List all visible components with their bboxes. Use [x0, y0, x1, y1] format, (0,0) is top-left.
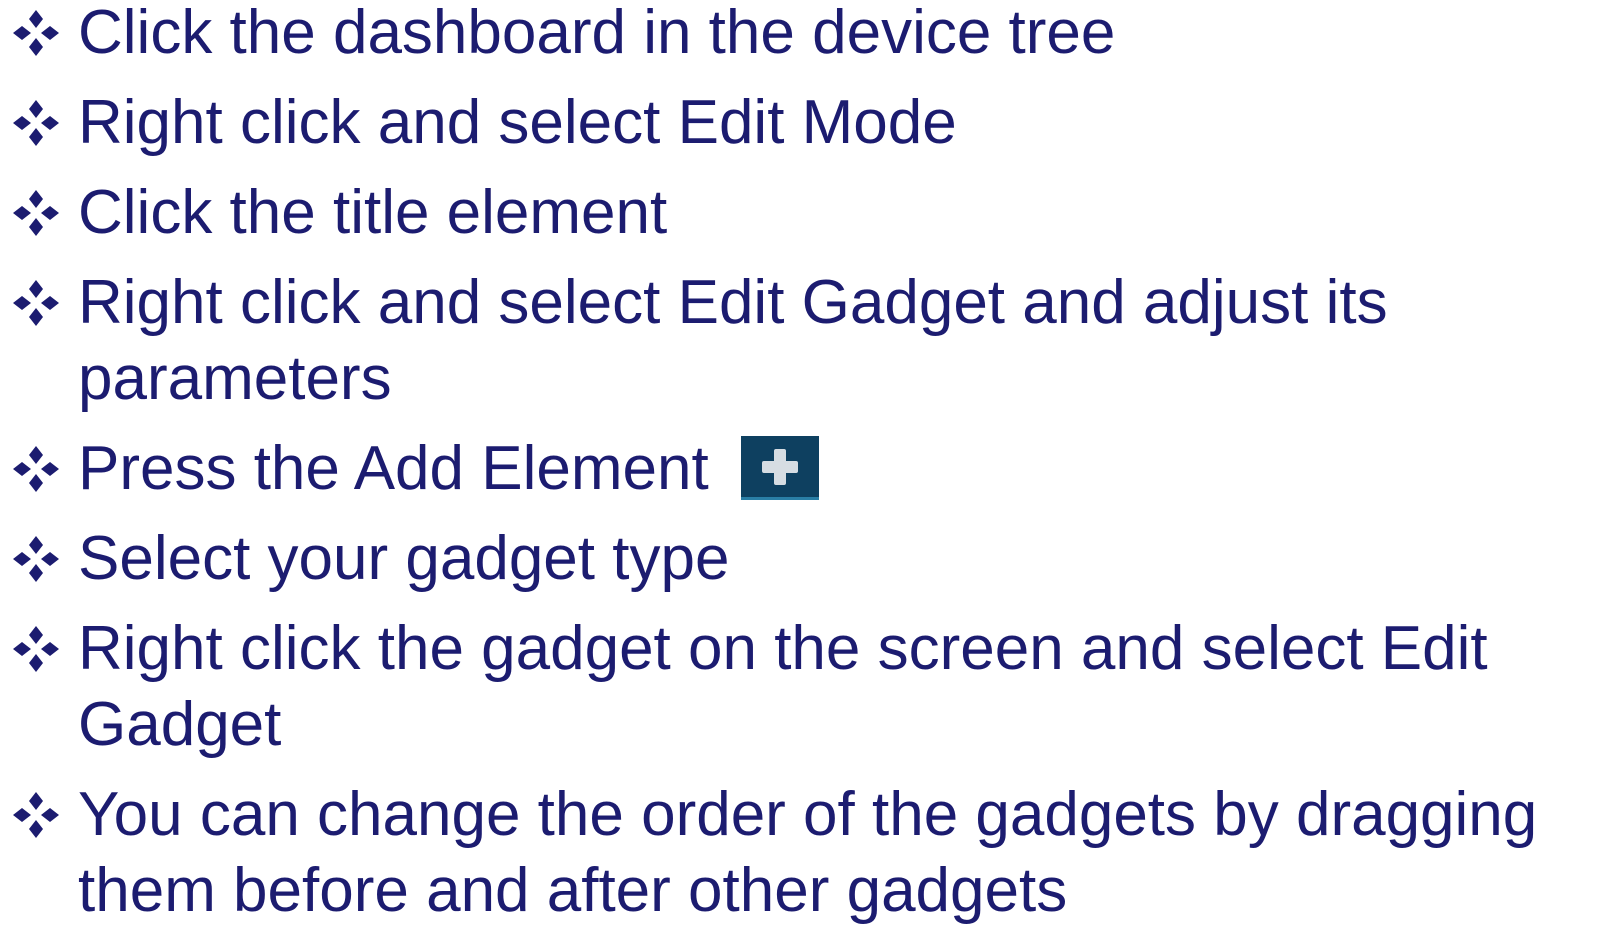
item-text: Right click and select Edit Gadget and a… [78, 268, 1388, 337]
four-diamond-bullet-icon [10, 443, 62, 495]
item-text-continued: Gadget [78, 690, 282, 759]
four-diamond-bullet-icon [10, 623, 62, 675]
item-text-continued: parameters [78, 344, 392, 413]
add-element-button[interactable] [741, 436, 819, 500]
four-diamond-bullet-icon [10, 789, 62, 841]
item-text: Press the Add Element [78, 434, 709, 503]
item-text: Click the dashboard in the device tree [78, 0, 1116, 67]
item-text: Right click and select Edit Mode [78, 88, 957, 157]
item-text: Select your gadget type [78, 524, 730, 593]
four-diamond-bullet-icon [10, 7, 62, 59]
four-diamond-bullet-icon [10, 533, 62, 585]
item-text: Click the title element [78, 178, 668, 247]
four-diamond-bullet-icon [10, 97, 62, 149]
item-text-continued: them before and after other gadgets [78, 856, 1068, 925]
four-diamond-bullet-icon [10, 277, 62, 329]
item-text: You can change the order of the gadgets … [78, 780, 1538, 849]
instruction-list: Click the dashboard in the device tree R… [0, 0, 1598, 940]
four-diamond-bullet-icon [10, 187, 62, 239]
plus-icon [762, 448, 798, 485]
item-text: Right click the gadget on the screen and… [78, 614, 1488, 683]
